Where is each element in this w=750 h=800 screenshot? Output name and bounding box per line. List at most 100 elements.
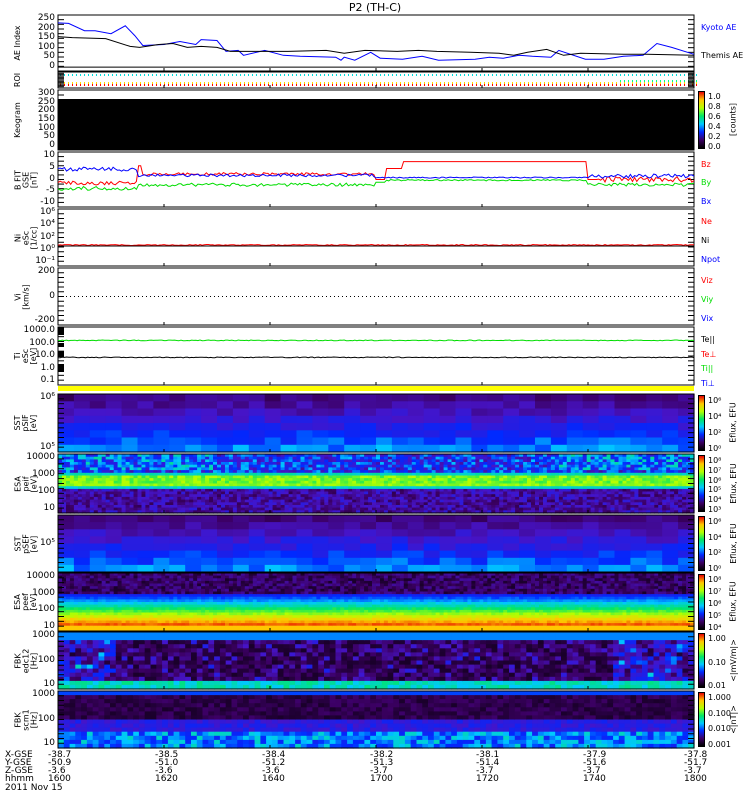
roi-flag xyxy=(676,84,677,86)
spectrogram-cell xyxy=(58,557,75,566)
spectrogram-cell xyxy=(519,408,536,417)
roi-flag xyxy=(480,74,481,76)
roi-flag xyxy=(424,82,425,84)
roi-flag xyxy=(80,84,81,86)
roi-flag xyxy=(680,80,681,82)
roi-flag xyxy=(240,74,241,76)
roi-flag xyxy=(492,84,493,86)
roi-flag xyxy=(592,84,593,86)
roi-flag xyxy=(432,74,433,76)
roi-flag xyxy=(488,74,489,76)
spectrogram-cell xyxy=(58,529,75,537)
summary-plot xyxy=(57,14,697,749)
spectrogram-cell xyxy=(423,529,441,537)
spectrogram-cell xyxy=(407,522,425,530)
spectrogram-cell xyxy=(376,415,393,424)
roi-flag xyxy=(200,74,201,76)
roi-flag xyxy=(184,74,185,76)
spectrogram-cell xyxy=(296,543,313,552)
spectrogram-cell xyxy=(630,529,647,537)
roi-flag xyxy=(360,82,361,84)
roi-flag xyxy=(684,84,685,86)
roi-flag xyxy=(104,74,105,76)
spectrogram-cell xyxy=(217,394,234,402)
roi-flag xyxy=(624,74,625,76)
spectrogram-cell xyxy=(519,415,536,424)
spectrogram-cell xyxy=(153,415,170,424)
spectrogram-cell xyxy=(105,564,123,573)
roi-flag xyxy=(304,82,305,84)
spectrogram-cell xyxy=(471,529,488,537)
roi-flag xyxy=(476,74,477,76)
spectrogram-cell xyxy=(280,408,298,417)
roi-flag xyxy=(500,82,501,84)
spectrogram-cell xyxy=(344,437,361,446)
roi-flag xyxy=(652,84,653,86)
spectrogram-cell xyxy=(598,394,616,402)
roi-flag xyxy=(436,74,437,76)
spectrogram-cell xyxy=(137,408,154,417)
spectrogram-cell xyxy=(73,423,91,431)
roi-flag xyxy=(360,84,361,86)
spectrogram-cell xyxy=(598,408,616,417)
spectrogram-cell xyxy=(280,415,298,424)
spectrogram-cell xyxy=(582,529,600,537)
spectrogram-cell xyxy=(662,522,679,530)
spectrogram-cell xyxy=(312,408,329,417)
spectrogram-cell xyxy=(678,543,695,552)
roi-flag xyxy=(412,84,413,86)
roi-flag xyxy=(384,82,385,84)
spectrogram-cell xyxy=(312,444,329,453)
spectrogram-cell xyxy=(391,515,409,523)
spectrogram-cell xyxy=(646,529,663,537)
spectrogram-cell xyxy=(630,437,647,446)
spectrogram-cell xyxy=(678,430,695,439)
roi-flag xyxy=(524,84,525,86)
roi-flag xyxy=(212,74,213,76)
spectrogram-cell xyxy=(455,515,472,523)
roi-flag xyxy=(116,82,117,84)
roi-flag xyxy=(272,74,273,76)
spectrogram-cell xyxy=(471,522,488,530)
spectrogram-cell xyxy=(137,557,154,566)
spectrogram-cell xyxy=(407,408,425,417)
roi-flag xyxy=(260,84,261,86)
spectrogram-cell xyxy=(248,401,266,410)
roi-flag xyxy=(684,82,685,84)
roi-flag xyxy=(484,84,485,86)
roi-flag xyxy=(696,80,697,82)
spectrogram-cell xyxy=(614,557,631,566)
roi-flag xyxy=(464,74,465,76)
spectrogram-cell xyxy=(280,430,298,439)
roi-flag xyxy=(388,82,389,84)
spectrogram-cell xyxy=(217,543,234,552)
spectrogram-cell xyxy=(678,415,695,424)
roi-flag xyxy=(548,82,549,84)
spectrogram-cell xyxy=(503,408,520,417)
spectrogram-cell xyxy=(646,394,663,402)
roi-flag xyxy=(276,84,277,86)
spectrogram-cell xyxy=(566,394,584,402)
roi-flag xyxy=(560,84,561,86)
roi-flag xyxy=(548,84,549,86)
roi-flag xyxy=(80,74,81,76)
roi-flag xyxy=(244,84,245,86)
roi-flag xyxy=(76,84,77,86)
roi-flag xyxy=(316,84,317,86)
spectrogram-cell xyxy=(185,394,202,402)
spectrogram-cell xyxy=(566,437,584,446)
spectrogram-cell xyxy=(58,415,75,424)
spectrogram-cell xyxy=(248,444,266,453)
roi-flag xyxy=(276,74,277,76)
spectrogram-cell xyxy=(248,522,266,530)
spectrogram-cell xyxy=(535,557,552,566)
spectrogram-cell xyxy=(376,394,393,402)
roi-flag xyxy=(268,74,269,76)
spectrogram-cell xyxy=(137,394,154,402)
spectrogram-cell xyxy=(503,515,520,523)
spectrogram-cell xyxy=(423,536,441,545)
spectrogram-cell xyxy=(105,408,123,417)
roi-flag xyxy=(188,82,189,84)
spectrogram-cell xyxy=(153,543,170,552)
roi-flag xyxy=(556,82,557,84)
